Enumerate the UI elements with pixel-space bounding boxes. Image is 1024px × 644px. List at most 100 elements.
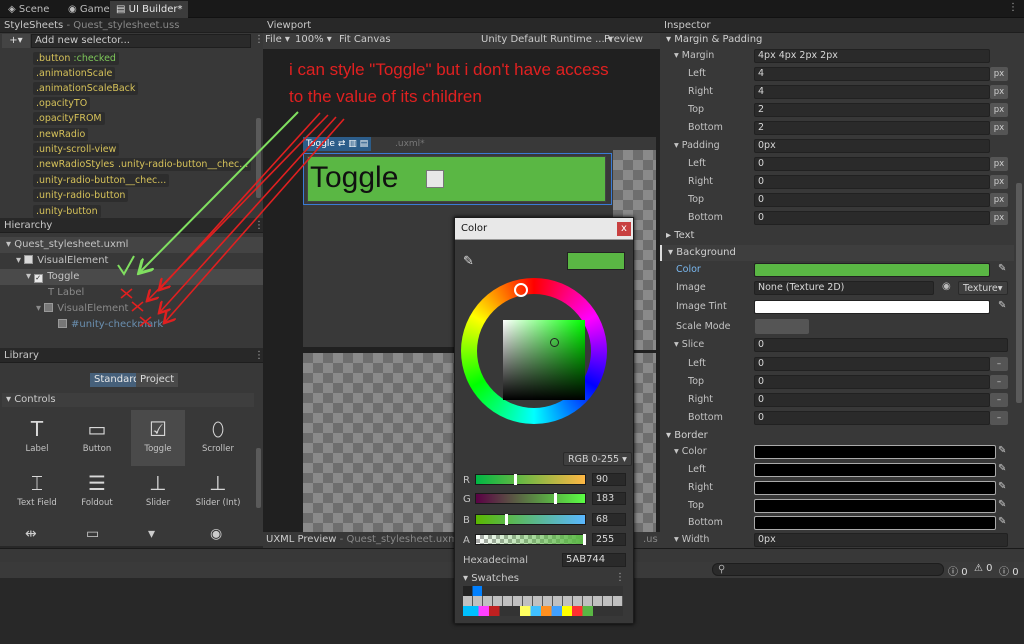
b-slider[interactable] [475, 514, 586, 525]
margin-bottom-input[interactable]: 2 [754, 121, 990, 135]
image-tint-row: Image Tint ✎ [676, 300, 1007, 314]
error-count[interactable]: ⓘ 0 [999, 563, 1019, 578]
margin-left-row: Left 4 px [660, 65, 1014, 83]
slice-left-row: Left 0– [660, 355, 1014, 373]
slice-top-input[interactable]: 0 [754, 375, 990, 389]
eyedropper-icon[interactable]: ✎ [998, 263, 1006, 274]
margin-top-row: Top 2 px [660, 101, 1014, 119]
border-color-row: ▾ Color ✎ [674, 445, 1007, 459]
green-check [117, 255, 135, 276]
object-picker-icon[interactable]: ◉ [942, 281, 951, 292]
border-color-field[interactable] [754, 445, 996, 459]
image-tint-field[interactable] [754, 300, 990, 314]
a-label: A [463, 535, 470, 546]
r-slider[interactable] [475, 474, 586, 485]
eyedropper-icon[interactable]: ✎ [998, 516, 1006, 527]
red-cross [139, 316, 152, 327]
color-picker-title: Color [461, 223, 488, 234]
a-slider[interactable] [475, 534, 586, 545]
image-row: Image None (Texture 2D) ◉ Texture▾ [660, 279, 1014, 297]
swatches-menu-icon[interactable]: ⋮ [615, 572, 625, 583]
b-label: B [463, 515, 470, 526]
current-color-swatch [567, 252, 625, 270]
saturation-value-square[interactable] [503, 320, 585, 400]
slice-left-input[interactable]: 0 [754, 357, 990, 371]
border-top-color[interactable] [754, 499, 996, 513]
padding-right-input[interactable]: 0 [754, 175, 990, 189]
hex-input[interactable]: 5AB744 [562, 553, 626, 567]
warning-count[interactable]: ⚠ 0 [974, 563, 993, 574]
border-left-row: Left ✎ [688, 463, 1007, 477]
border-right-color[interactable] [754, 481, 996, 495]
image-type-dropdown[interactable]: Texture▾ [958, 281, 1008, 295]
eyedropper-icon[interactable]: ✎ [463, 254, 474, 269]
inspector-scrollbar[interactable] [1016, 183, 1022, 403]
border-left-color[interactable] [754, 463, 996, 477]
slice-row: ▾ Slice 0 [660, 336, 1014, 354]
console-search-input[interactable]: ⚲ [712, 563, 944, 576]
swatch-grid[interactable] [463, 586, 623, 616]
background-section[interactable]: ▾ Background [660, 245, 1014, 261]
width-input[interactable]: 0px [754, 533, 1008, 547]
scale-mode-row: Scale Mode [660, 318, 1014, 336]
slice-input[interactable]: 0 [754, 338, 1008, 352]
border-bottom-color[interactable] [754, 516, 996, 530]
red-arrow [160, 116, 337, 312]
border-right-row: Right ✎ [688, 481, 1007, 495]
padding-row: ▾ Padding 0px [660, 137, 1014, 155]
padding-top-input[interactable]: 0 [754, 193, 990, 207]
padding-left-input[interactable]: 0 [754, 157, 990, 171]
close-icon[interactable]: x [617, 222, 631, 236]
padding-bottom-input[interactable]: 0 [754, 211, 990, 225]
margin-bottom-row: Bottom 2 px [660, 119, 1014, 137]
search-icon: ⚲ [718, 564, 726, 575]
eyedropper-icon[interactable]: ✎ [998, 463, 1006, 474]
eyedropper-icon[interactable]: ✎ [998, 481, 1006, 492]
r-label: R [463, 475, 470, 486]
red-cross [120, 288, 133, 299]
slice-bottom-input[interactable]: 0 [754, 411, 990, 425]
swatches-foldout[interactable]: ▾ Swatches [463, 573, 519, 584]
bg-color-row: Color ✎ [676, 263, 1007, 277]
margin-top-input[interactable]: 2 [754, 103, 990, 117]
hue-handle[interactable] [514, 283, 528, 297]
slice-top-row: Top 0– [660, 373, 1014, 391]
bg-color-field[interactable] [754, 263, 990, 277]
margin-right-input[interactable]: 4 [754, 85, 990, 99]
slice-right-input[interactable]: 0 [754, 393, 990, 407]
margin-input[interactable]: 4px 4px 2px 2px [754, 49, 990, 63]
green-arrow [140, 111, 299, 272]
padding-right-row: Right 0 px [660, 173, 1014, 191]
r-value[interactable]: 90 [592, 473, 626, 486]
eyedropper-icon[interactable]: ✎ [998, 445, 1006, 456]
padding-left-row: Left 0 px [660, 155, 1014, 173]
color-picker-titlebar: Color x [455, 218, 633, 240]
log-count[interactable]: ⓘ 0 [948, 563, 968, 578]
width-row: ▾ Width 0px [660, 531, 1014, 549]
slice-bottom-row: Bottom 0– [660, 409, 1014, 427]
image-field[interactable]: None (Texture 2D) [754, 281, 934, 295]
eyedropper-icon[interactable]: ✎ [998, 499, 1006, 510]
padding-input[interactable]: 0px [754, 139, 990, 153]
g-value[interactable]: 183 [592, 492, 626, 505]
text-section[interactable]: ▸ Text [660, 228, 1014, 244]
eyedropper-icon[interactable]: ✎ [998, 300, 1006, 311]
border-section[interactable]: ▾ Border [660, 428, 1014, 444]
red-arrow [148, 114, 329, 300]
border-top-row: Top ✎ [688, 499, 1007, 513]
hex-label: Hexadecimal [463, 555, 528, 566]
sv-handle[interactable] [550, 338, 559, 347]
margin-row: ▾ Margin 4px 4px 2px 2px [660, 47, 1014, 65]
g-slider[interactable] [475, 493, 586, 504]
margin-left-input[interactable]: 4 [754, 67, 990, 81]
margin-padding-section[interactable]: ▾ Margin & Padding [660, 32, 1014, 48]
slice-right-row: Right 0– [660, 391, 1014, 409]
padding-bottom-row: Bottom 0 px [660, 209, 1014, 227]
a-value[interactable]: 255 [592, 533, 626, 546]
color-mode-dropdown[interactable]: RGB 0-255 ▾ [563, 452, 632, 466]
color-picker-window: Color x ✎ RGB 0-255 ▾ R 90 G 183 B 68 A … [454, 217, 634, 624]
margin-right-row: Right 4 px [660, 83, 1014, 101]
border-bottom-row: Bottom ✎ [688, 516, 1007, 530]
scale-mode-buttons[interactable] [755, 319, 809, 334]
b-value[interactable]: 68 [592, 513, 626, 526]
